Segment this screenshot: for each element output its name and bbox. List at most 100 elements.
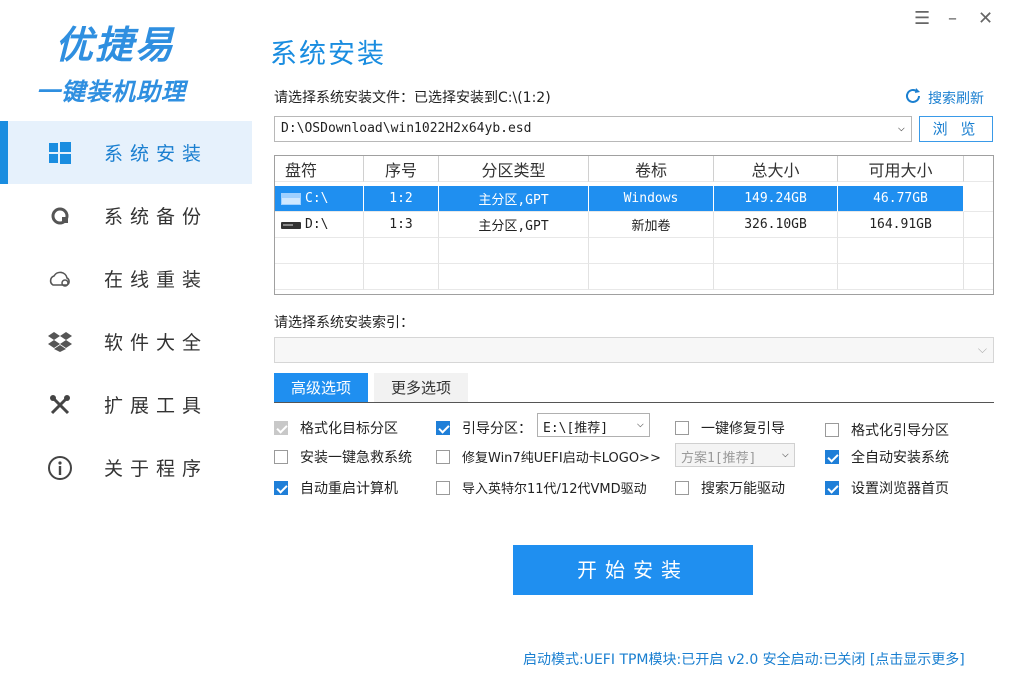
minimize-icon[interactable]: – [948,8,957,29]
sidebar-item-system-backup[interactable]: 系统备份 [0,184,252,247]
column-header: 分区类型 [439,156,589,182]
windows-icon [46,139,74,167]
drive-letter: C:\ [305,191,329,206]
table-row[interactable]: D:\ 1:3 主分区,GPT 新加卷 326.10GB 164.91GB [275,212,993,238]
status-bar[interactable]: 启动模式:UEFI TPM模块:已开启 v2.0 安全启动:已关闭 [点击显示更… [523,649,965,669]
refresh-button[interactable]: 搜索刷新 [904,87,984,109]
checkbox-unchecked [675,421,689,435]
sidebar-item-tools[interactable]: 扩展工具 [0,373,252,436]
option-set-homepage[interactable]: 设置浏览器首页 [825,478,949,498]
option-label: 修复Win7纯UEFI启动卡LOGO>> [462,451,661,466]
checkbox-checked [274,481,288,495]
drive-letter: D:\ [305,217,329,232]
sidebar-item-label: 扩展工具 [104,395,209,417]
chevron-down-icon: ⌵ [781,446,789,460]
checkbox-unchecked [274,450,288,464]
drive-icon [281,219,301,231]
option-label: 格式化目标分区 [300,421,398,437]
option-import-vmd[interactable]: 导入英特尔11代/12代VMD驱动 [436,478,647,497]
option-label: 格式化引导分区 [851,423,949,439]
option-label: 全自动安装系统 [851,450,949,466]
table-row-empty [275,238,993,264]
column-header: 总大小 [714,156,838,182]
partition-table: 盘符 序号 分区类型 卷标 总大小 可用大小 C:\ 1:2 主分区,GPT W… [274,155,994,295]
start-install-button[interactable]: 开始安装 [513,545,753,595]
total-size: 149.24GB [714,186,838,212]
checkbox-checked [825,450,839,464]
total-size: 326.10GB [714,212,838,238]
close-icon[interactable]: ✕ [978,8,993,29]
partition-type: 主分区,GPT [439,186,589,212]
option-boot-partition[interactable]: 引导分区： [436,418,532,438]
refresh-icon [904,87,922,109]
checkbox-unchecked [825,423,839,437]
boot-partition-select[interactable]: E:\[推荐] ⌵ [537,413,650,437]
boot-partition-value: E:\[推荐] [543,421,609,436]
partition-index: 1:2 [364,186,439,212]
table-row-empty [275,264,993,290]
sidebar-item-label: 系统安装 [104,143,209,165]
tab-divider [274,402,994,403]
free-size: 164.91GB [838,212,964,238]
option-install-rescue[interactable]: 安装一键急救系统 [274,447,412,467]
sidebar-item-label: 关于程序 [104,458,209,480]
free-size: 46.77GB [838,186,964,212]
tab-advanced-options[interactable]: 高级选项 [274,373,368,403]
option-format-boot[interactable]: 格式化引导分区 [825,420,949,440]
sidebar: 优捷易 一键装机助理 系统安装 系统备份 在线重装 软件大全 扩展工具 关于程序 [0,0,252,675]
option-label: 安装一键急救系统 [300,450,412,466]
table-header: 盘符 序号 分区类型 卷标 总大小 可用大小 [275,156,993,182]
refresh-label: 搜索刷新 [928,91,984,107]
chevron-down-icon: ⌵ [977,342,987,356]
checkbox-checked [436,421,450,435]
tab-more-options[interactable]: 更多选项 [374,373,468,403]
sidebar-item-label: 系统备份 [104,206,209,228]
tools-icon [46,391,74,419]
index-label: 请选择系统安装索引： [274,315,414,331]
cloud-icon [46,265,74,293]
sidebar-item-online-reinstall[interactable]: 在线重装 [0,247,252,310]
option-format-target[interactable]: 格式化目标分区 [274,418,398,438]
column-header: 序号 [364,156,439,182]
checkbox-unchecked [675,481,689,495]
file-label: 请选择系统安装文件：已选择安装到C:\(1:2) [274,90,551,106]
checkbox-unchecked [436,449,450,464]
partition-index: 1:3 [364,212,439,238]
dropbox-icon [46,328,74,356]
option-repair-boot[interactable]: 一键修复引导 [675,418,785,438]
menu-icon[interactable]: ☰ [914,8,930,29]
checkbox-disabled-checked [274,421,288,435]
page-title: 系统安装 [270,39,386,70]
chevron-down-icon: ⌵ [897,120,905,134]
system-drive-icon [281,192,301,205]
install-file-select[interactable]: D:\OSDownload\win1022H2x64yb.esd ⌵ [274,116,912,142]
option-auto-restart[interactable]: 自动重启计算机 [274,478,398,498]
sidebar-item-label: 软件大全 [104,332,209,354]
repair-scheme-select: 方案1[推荐] ⌵ [675,443,795,467]
install-index-select[interactable]: ⌵ [274,337,994,363]
logo-subtitle: 一键装机助理 [36,78,186,106]
option-label: 一键修复引导 [701,421,785,437]
option-search-driver[interactable]: 搜索万能驱动 [675,478,785,498]
column-header: 可用大小 [838,156,964,182]
sidebar-item-software[interactable]: 软件大全 [0,310,252,373]
volume-label: Windows [589,186,714,212]
sidebar-item-about[interactable]: 关于程序 [0,436,252,499]
backup-icon [46,202,74,230]
browse-button[interactable]: 浏 览 [919,116,993,142]
option-repair-logo[interactable]: 修复Win7纯UEFI启动卡LOGO>> [436,447,661,466]
logo-title: 优捷易 [55,23,176,67]
column-header: 卷标 [589,156,714,182]
table-row[interactable]: C:\ 1:2 主分区,GPT Windows 149.24GB 46.77GB [275,186,993,212]
option-label: 引导分区： [462,421,532,437]
checkbox-checked [825,481,839,495]
sidebar-item-system-install[interactable]: 系统安装 [0,121,252,184]
option-label: 导入英特尔11代/12代VMD驱动 [462,482,647,497]
chevron-down-icon: ⌵ [636,416,644,430]
column-header: 盘符 [275,156,364,182]
checkbox-unchecked [436,480,450,495]
option-label: 自动重启计算机 [300,481,398,497]
install-file-path: D:\OSDownload\win1022H2x64yb.esd [281,121,532,136]
option-auto-install[interactable]: 全自动安装系统 [825,447,949,467]
option-label: 搜索万能驱动 [701,481,785,497]
